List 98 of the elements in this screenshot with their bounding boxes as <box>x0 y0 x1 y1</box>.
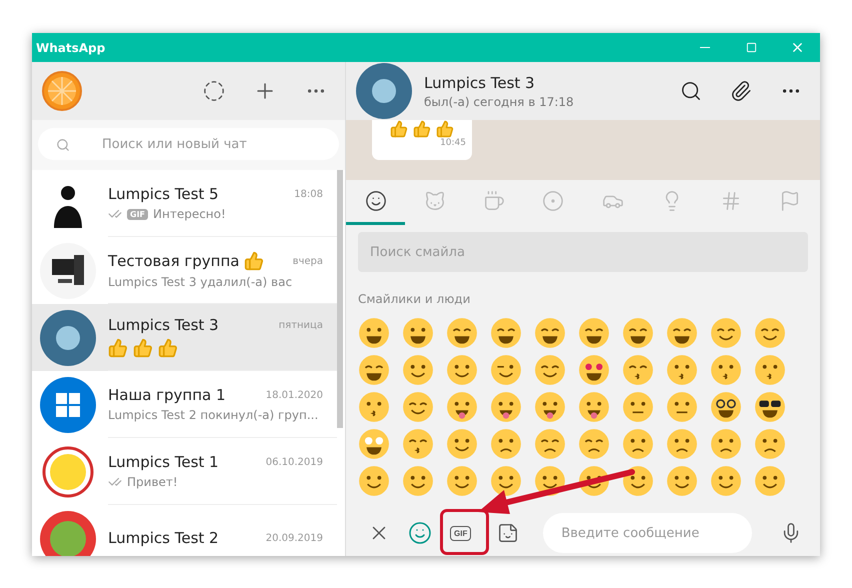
smiley-face-icon[interactable] <box>490 316 522 348</box>
smiley-face-icon[interactable] <box>710 464 742 496</box>
computer-avatar <box>40 242 96 298</box>
smiley-face-icon[interactable] <box>402 464 434 496</box>
ball-icon <box>542 190 564 212</box>
smiley-face-icon[interactable] <box>666 354 698 386</box>
search-field[interactable]: Поиск или новый чат <box>38 128 339 160</box>
smiley-face-icon[interactable] <box>578 428 610 460</box>
chat-time: 20.09.2019 <box>266 532 323 544</box>
maximize-icon <box>746 42 756 53</box>
search-icon <box>56 138 70 152</box>
smiley-face-icon[interactable] <box>358 316 390 348</box>
smiley-face-icon[interactable] <box>754 464 786 496</box>
thumbs-up-icon <box>133 338 153 358</box>
chat-item[interactable]: Lumpics Test 3 пятница <box>32 304 337 371</box>
chat-time: 06.10.2019 <box>266 456 323 468</box>
window-title: WhatsApp <box>36 40 106 54</box>
fruit-slice-avatar <box>40 510 96 556</box>
thumbs-up-icon <box>413 120 431 138</box>
message-time: 10:45 <box>440 138 466 148</box>
smiley-face-icon[interactable] <box>754 316 786 348</box>
smiley-face-icon[interactable] <box>754 354 786 386</box>
chat-time: вчера <box>292 256 323 266</box>
chat-preview: Привет! <box>127 475 178 489</box>
chat-name: Lumpics Test 5 <box>108 185 219 203</box>
smiley-face-icon[interactable] <box>622 428 654 460</box>
chat-name: Lumpics Test 2 <box>108 529 219 547</box>
smiley-face-icon[interactable] <box>534 316 566 348</box>
chat-time: пятница <box>278 320 323 330</box>
gif-badge: GIF <box>127 208 148 220</box>
smiley-face-icon[interactable] <box>358 464 390 496</box>
smiley-face-icon[interactable] <box>490 464 522 496</box>
smiley-face-icon[interactable] <box>446 464 478 496</box>
smiley-face-icon[interactable] <box>622 354 654 386</box>
message-field[interactable]: Введите сообщение <box>543 513 752 553</box>
chat-preview: Lumpics Test 3 удалил(-а) вас <box>108 275 292 289</box>
smiley-face-icon[interactable] <box>402 354 434 386</box>
smiley-face-icon[interactable] <box>622 390 654 422</box>
smiley-face-icon[interactable] <box>358 354 390 386</box>
smiley-face-icon[interactable] <box>710 390 742 422</box>
smiley-face-icon[interactable] <box>534 390 566 422</box>
smiley-face-icon[interactable] <box>534 428 566 460</box>
smiley-icon <box>364 190 387 212</box>
photo-placeholder <box>356 63 412 119</box>
smiley-face-icon[interactable] <box>534 354 566 386</box>
smiley-face-icon[interactable] <box>710 428 742 460</box>
smiley-face-icon[interactable] <box>622 316 654 348</box>
smiley-face-icon[interactable] <box>622 464 654 496</box>
smiley-face-icon[interactable] <box>578 464 610 496</box>
smiley-face-icon[interactable] <box>490 354 522 386</box>
smiley-face-icon[interactable] <box>446 316 478 348</box>
thumbs-up-icon <box>390 120 408 138</box>
scrollbar[interactable] <box>337 170 343 428</box>
smiley-face-icon[interactable] <box>666 316 698 348</box>
photo-placeholder <box>40 310 96 366</box>
smiley-face-icon[interactable] <box>578 316 610 348</box>
smiley-face-icon[interactable] <box>446 428 478 460</box>
thumbs-up-icon <box>244 251 264 271</box>
cup-icon <box>483 190 506 212</box>
contact-name: Lumpics Test 3 <box>424 74 536 92</box>
chat-preview: Интересно! <box>153 207 226 221</box>
smiley-face-icon[interactable] <box>754 428 786 460</box>
gif-button[interactable]: GIF <box>446 522 476 544</box>
smiley-face-icon[interactable] <box>490 428 522 460</box>
smiley-face-icon[interactable] <box>754 390 786 422</box>
smiley-face-icon[interactable] <box>710 316 742 348</box>
thumbs-up-icon <box>158 338 178 358</box>
smiley-face-icon[interactable] <box>578 354 610 386</box>
smiley-face-icon[interactable] <box>446 390 478 422</box>
chat-time: 18.01.2020 <box>266 390 323 400</box>
cat-face-icon <box>424 190 446 212</box>
smiley-face-icon[interactable] <box>666 464 698 496</box>
smiley-face-icon[interactable] <box>358 428 390 460</box>
chat-name: Lumpics Test 3 <box>108 316 219 334</box>
smiley-face-icon[interactable] <box>402 390 434 422</box>
section-title: Смайлики и люди <box>358 292 470 306</box>
emoji-search-field[interactable]: Поиск смайла <box>358 232 808 272</box>
thumbs-up-icon <box>436 120 454 138</box>
minimize-icon <box>700 47 710 48</box>
chat-name: Lumpics Test 1 <box>108 453 219 471</box>
smiley-face-icon[interactable] <box>490 390 522 422</box>
smiley-face-icon[interactable] <box>666 390 698 422</box>
smiley-face-icon[interactable] <box>402 428 434 460</box>
window-panes-avatar <box>40 376 96 432</box>
smiley-face-icon[interactable] <box>446 354 478 386</box>
chat-time: 18:08 <box>294 188 323 200</box>
chat-name: Наша группа 1 <box>108 386 226 404</box>
last-seen-text: был(-а) сегодня в 17:18 <box>424 94 574 108</box>
smiley-face-icon[interactable] <box>402 316 434 348</box>
smiley-face-icon[interactable] <box>710 354 742 386</box>
chat-name: Тестовая группа <box>108 252 240 270</box>
smiley-face-icon[interactable] <box>578 390 610 422</box>
smiley-face-icon[interactable] <box>534 464 566 496</box>
lemon-slice-avatar <box>40 444 96 500</box>
smiley-face-icon[interactable] <box>358 390 390 422</box>
chat-preview: Lumpics Test 2 покинул(-а) груп... <box>108 408 318 422</box>
smiley-face-icon[interactable] <box>666 428 698 460</box>
thumbs-up-icon <box>108 338 128 358</box>
